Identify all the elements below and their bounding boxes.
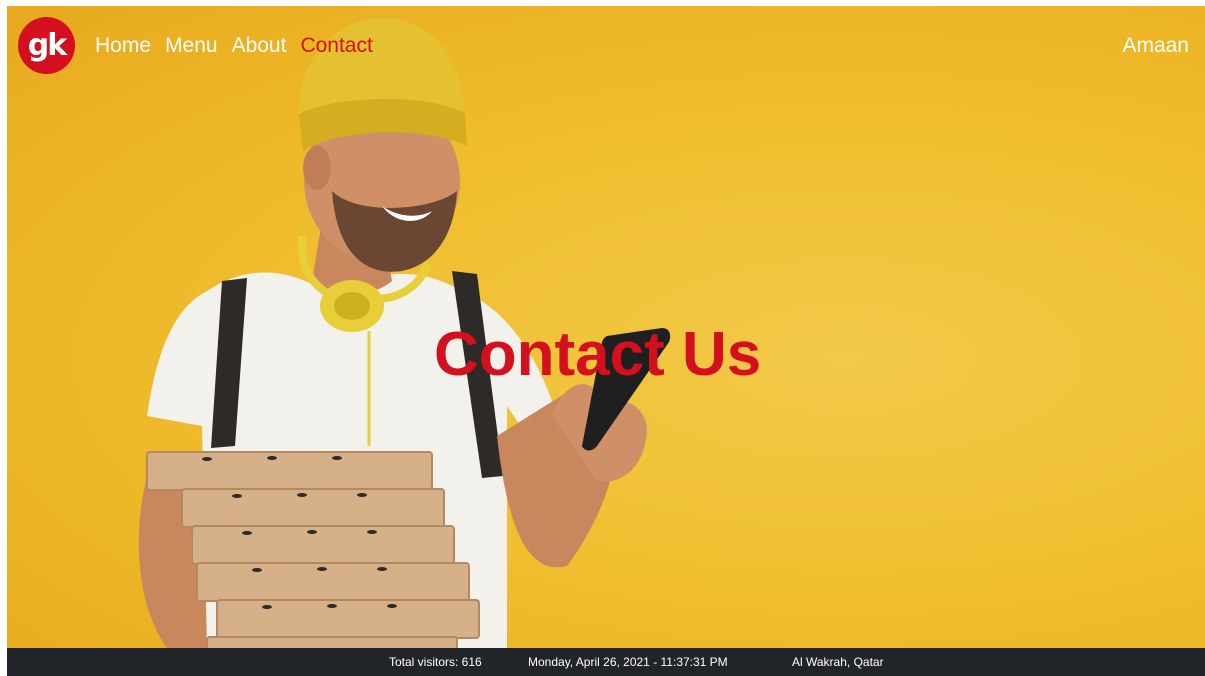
- nav-home-link[interactable]: Home: [95, 33, 151, 59]
- nav-menu-link[interactable]: Menu: [165, 33, 218, 59]
- nav-about-link[interactable]: About: [232, 33, 287, 59]
- page-frame: gk Home Menu About Contact Amaan Contact…: [7, 6, 1205, 676]
- nav-links: Home Menu About Contact: [95, 33, 373, 59]
- visitor-count: Total visitors: 616: [389, 655, 482, 669]
- footer-datetime: Monday, April 26, 2021 - 11:37:31 PM: [528, 655, 728, 669]
- brand-logo-text: gk: [27, 28, 67, 63]
- user-name-link[interactable]: Amaan: [1122, 33, 1189, 59]
- navbar: gk Home Menu About Contact Amaan: [7, 6, 1205, 86]
- footer-bar: Total visitors: 616 Monday, April 26, 20…: [7, 648, 1205, 676]
- footer-location: Al Wakrah, Qatar: [792, 655, 884, 669]
- brand-logo[interactable]: gk: [18, 17, 75, 74]
- page-title: Contact Us: [434, 320, 762, 389]
- hero-section: gk Home Menu About Contact Amaan Contact…: [7, 6, 1205, 648]
- nav-contact-link[interactable]: Contact: [300, 33, 372, 59]
